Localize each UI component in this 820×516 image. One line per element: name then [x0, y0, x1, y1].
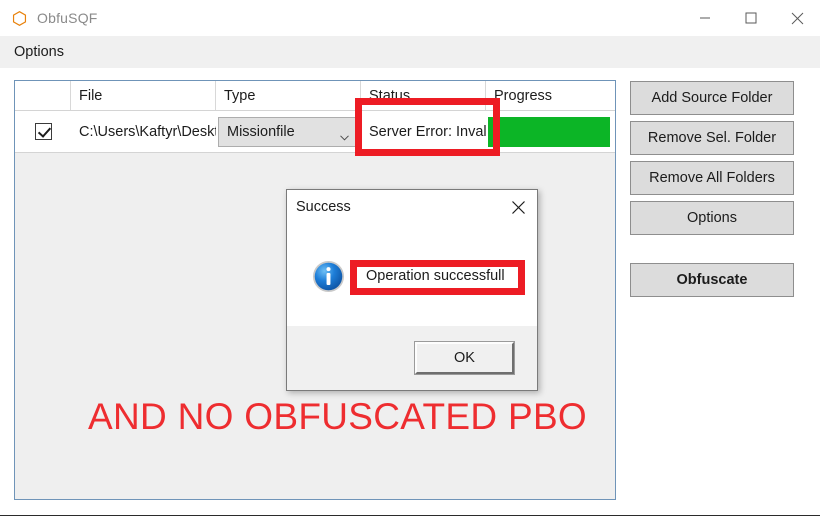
type-dropdown[interactable]: Missionfile: [218, 116, 358, 147]
row-progress-cell: [486, 111, 615, 152]
dialog-title: Success: [296, 199, 351, 215]
menu-bar: Options: [0, 36, 820, 68]
dialog-title-bar: Success: [287, 190, 537, 224]
info-icon: [312, 260, 345, 292]
obfuscate-button[interactable]: Obfuscate: [630, 263, 794, 297]
options-button[interactable]: Options: [630, 201, 794, 235]
minimize-icon[interactable]: [682, 0, 728, 36]
chevron-down-icon: [340, 129, 349, 145]
progress-bar: [488, 116, 610, 147]
row-type-cell: Missionfile: [216, 111, 361, 152]
close-icon[interactable]: [774, 0, 820, 36]
annotation-box-dialog-message: [350, 260, 525, 295]
dialog-close-icon[interactable]: [509, 198, 527, 216]
dialog-footer: OK: [287, 326, 537, 390]
remove-selected-folder-button[interactable]: Remove Sel. Folder: [630, 121, 794, 155]
row-checkbox[interactable]: [34, 123, 52, 140]
remove-all-folders-button[interactable]: Remove All Folders: [630, 161, 794, 195]
window-title: ObfuSQF: [37, 10, 98, 26]
grid-header-file[interactable]: File: [71, 81, 216, 110]
grid-header-select[interactable]: [15, 81, 71, 110]
row-file-path: C:\Users\Kaftyr\Deskt: [79, 123, 216, 140]
grid-header-row: File Type Status Progress: [15, 81, 615, 111]
add-source-folder-button[interactable]: Add Source Folder: [630, 81, 794, 115]
table-row[interactable]: C:\Users\Kaftyr\Deskt Missionfile Server…: [15, 111, 615, 153]
grid-header-type[interactable]: Type: [216, 81, 361, 110]
dialog-ok-button[interactable]: OK: [414, 341, 515, 375]
annotation-caption: AND NO OBFUSCATED PBO: [88, 396, 588, 437]
maximize-icon[interactable]: [728, 0, 774, 36]
title-bar: ObfuSQF: [0, 0, 820, 36]
annotation-box-status: [355, 98, 500, 156]
row-select-cell: [15, 111, 71, 152]
type-dropdown-value: Missionfile: [227, 123, 295, 140]
hexagon-icon: [12, 10, 27, 26]
window-controls: [682, 0, 820, 36]
menu-item-options[interactable]: Options: [6, 41, 72, 63]
grid-header-progress[interactable]: Progress: [486, 81, 615, 110]
